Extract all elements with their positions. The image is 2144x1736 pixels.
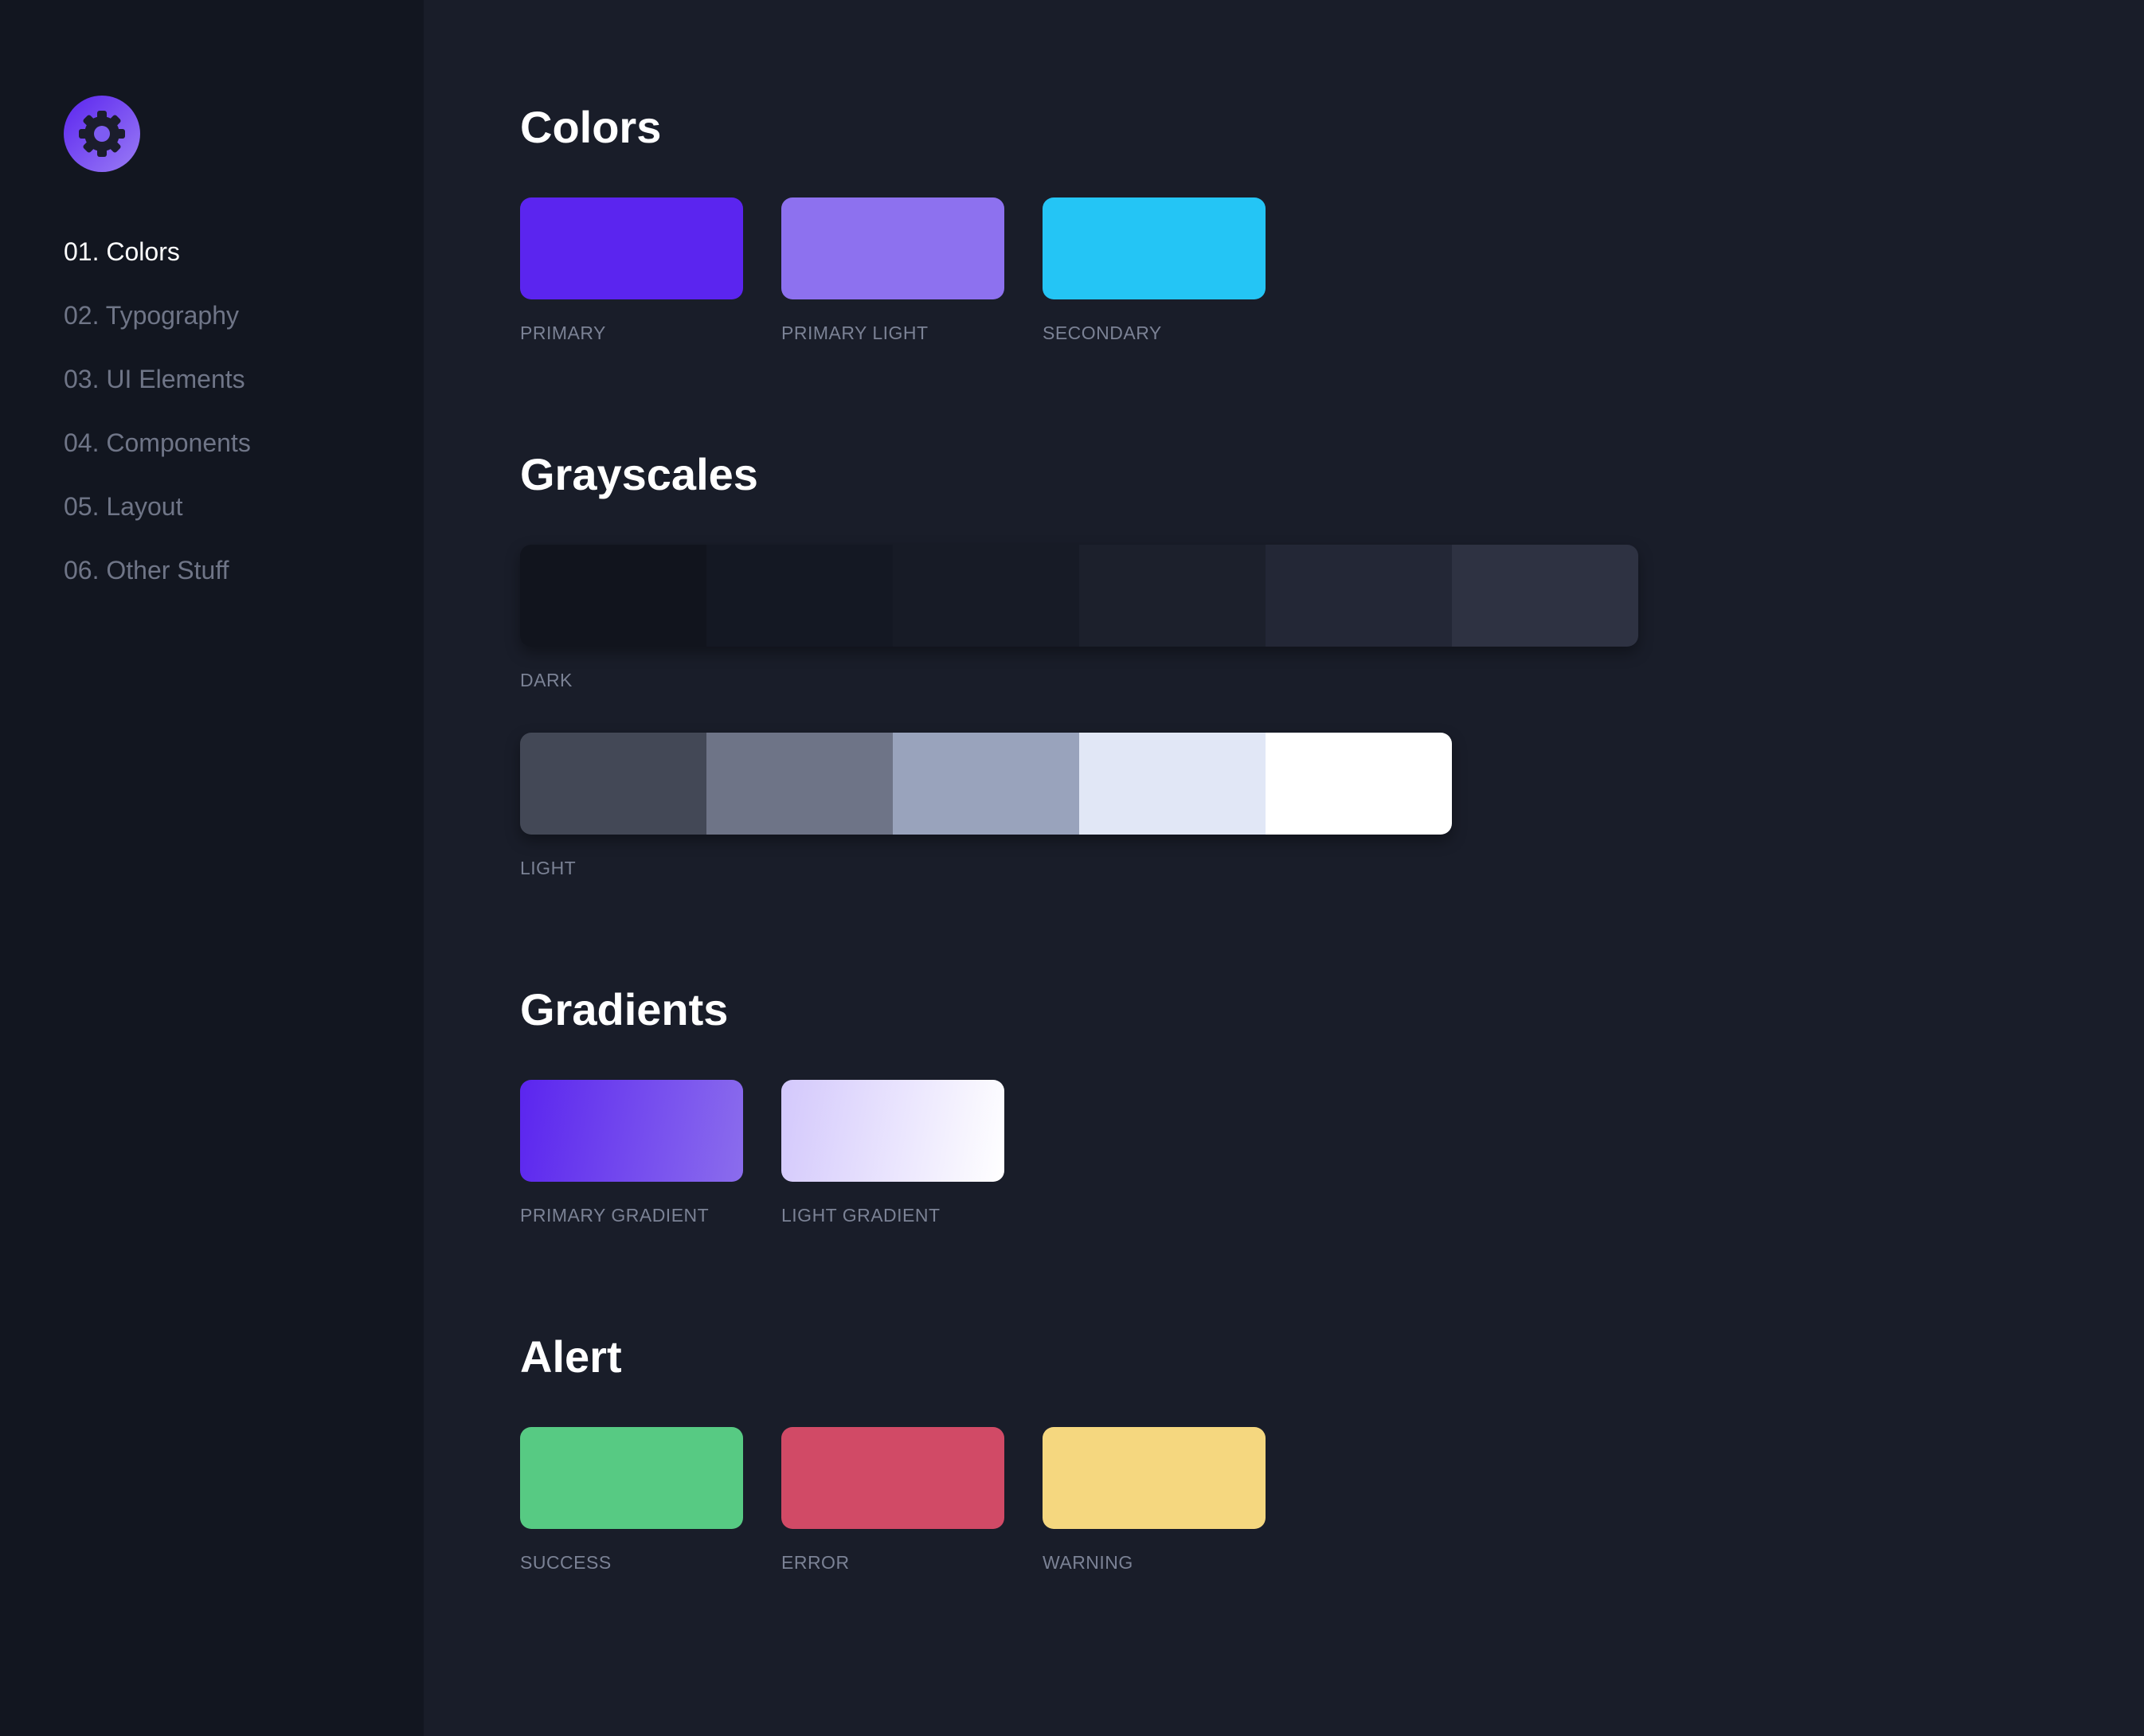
sidebar: 01. Colors 02. Typography 03. UI Element…: [0, 0, 424, 1736]
nav-item-colors[interactable]: 01. Colors: [64, 231, 251, 295]
light-label: LIGHT: [520, 858, 577, 878]
grayscale-cell[interactable]: [520, 545, 706, 647]
sidebar-nav: 01. Colors 02. Typography 03. UI Element…: [64, 231, 251, 613]
nav-item-typography[interactable]: 02. Typography: [64, 295, 251, 358]
nav-item-components[interactable]: 04. Components: [64, 422, 251, 486]
primary-label: PRIMARY: [520, 323, 606, 343]
grayscale-cell[interactable]: [893, 545, 1079, 647]
grayscale-cell[interactable]: [706, 733, 893, 835]
dark-label: DARK: [520, 670, 573, 690]
gear-icon[interactable]: [64, 96, 140, 172]
grayscales-title: Grayscales: [520, 449, 758, 499]
grayscale-cell[interactable]: [1266, 733, 1452, 835]
success-label: SUCCESS: [520, 1552, 612, 1573]
nav-item-ui-elements[interactable]: 03. UI Elements: [64, 358, 251, 422]
warning-swatch[interactable]: [1043, 1427, 1266, 1529]
grayscale-cell[interactable]: [1079, 545, 1266, 647]
grayscale-cell[interactable]: [706, 545, 893, 647]
primary-gradient-label: PRIMARY GRADIENT: [520, 1205, 710, 1226]
nav-item-other-stuff[interactable]: 06. Other Stuff: [64, 549, 251, 613]
primary-gradient-swatch[interactable]: [520, 1080, 743, 1182]
grayscale-cell[interactable]: [1452, 545, 1638, 647]
light-gradient-label: LIGHT GRADIENT: [781, 1205, 941, 1226]
error-swatch[interactable]: [781, 1427, 1004, 1529]
success-swatch[interactable]: [520, 1427, 743, 1529]
colors-title: Colors: [520, 102, 662, 152]
grayscale-cell[interactable]: [520, 733, 706, 835]
secondary-swatch[interactable]: [1043, 197, 1266, 299]
primary-swatch[interactable]: [520, 197, 743, 299]
grayscale-cell[interactable]: [893, 733, 1079, 835]
dark-grayscale-strip: [520, 545, 1638, 647]
warning-label: WARNING: [1043, 1552, 1133, 1573]
light-grayscale-strip: [520, 733, 1452, 835]
grayscale-cell[interactable]: [1079, 733, 1266, 835]
nav-item-layout[interactable]: 05. Layout: [64, 486, 251, 549]
secondary-label: SECONDARY: [1043, 323, 1162, 343]
alert-title: Alert: [520, 1331, 622, 1382]
primary-light-label: PRIMARY LIGHT: [781, 323, 929, 343]
grayscale-cell[interactable]: [1266, 545, 1452, 647]
gradients-title: Gradients: [520, 984, 729, 1034]
error-label: ERROR: [781, 1552, 850, 1573]
light-gradient-swatch[interactable]: [781, 1080, 1004, 1182]
primary-light-swatch[interactable]: [781, 197, 1004, 299]
